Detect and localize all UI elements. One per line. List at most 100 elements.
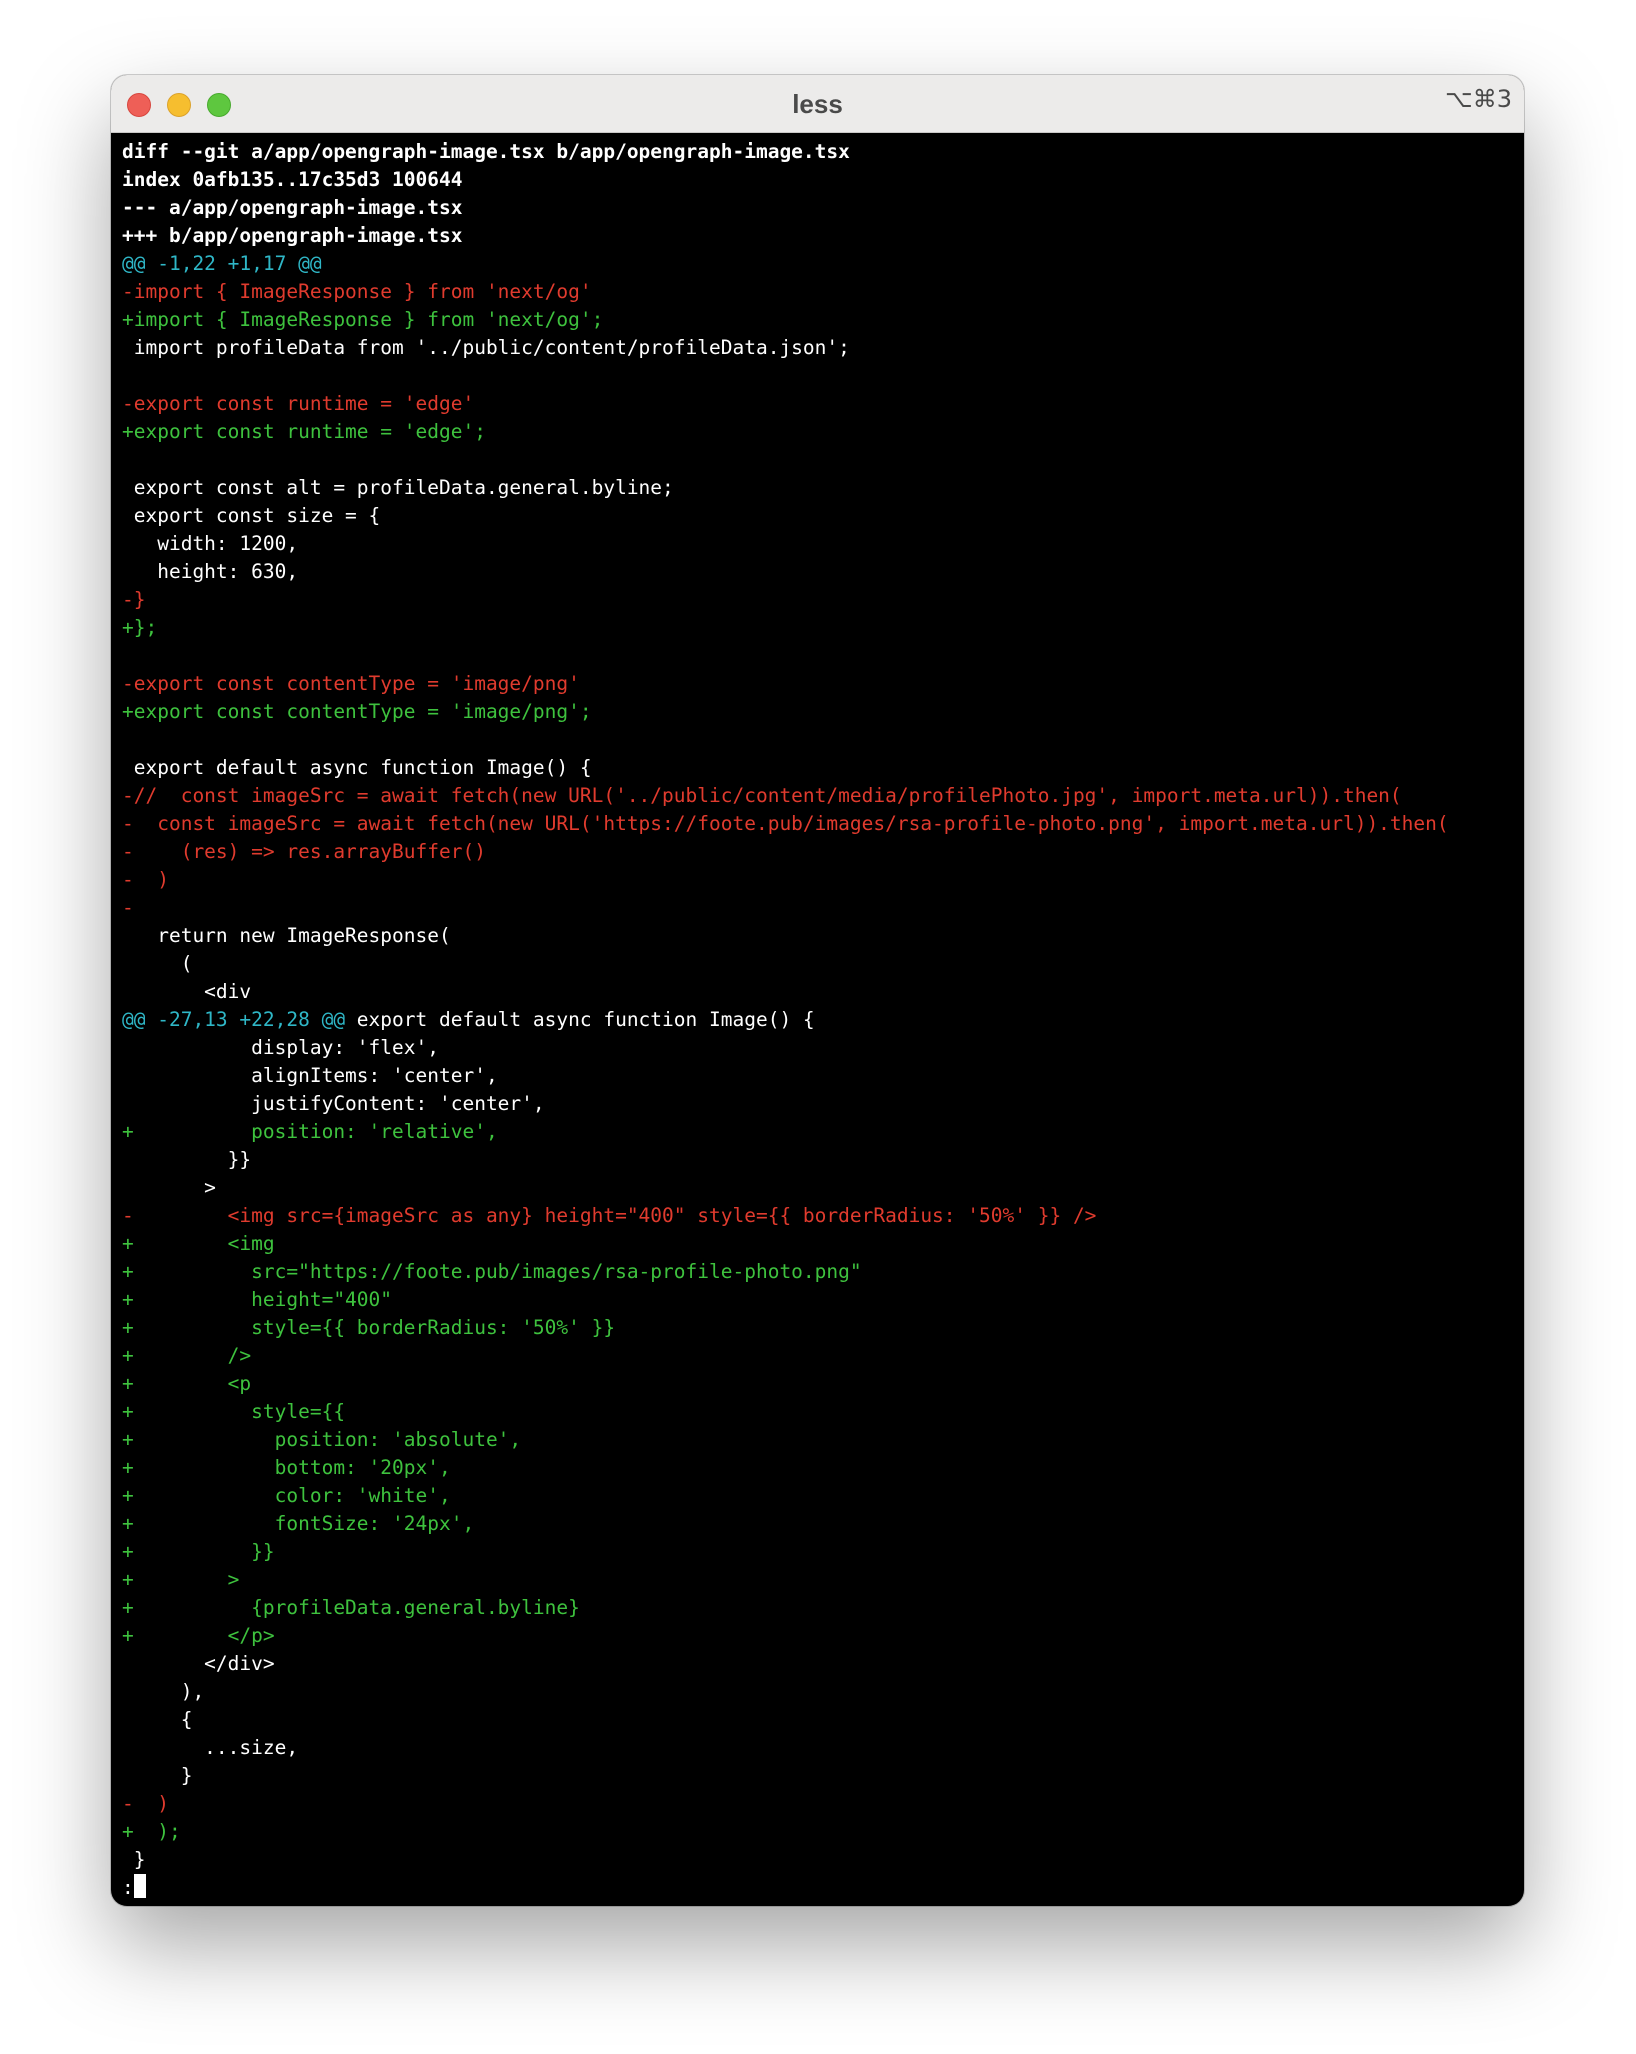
diff-line-text: -// const imageSrc = await fetch(new URL… (122, 784, 1402, 807)
diff-line-text: return new ImageResponse( (122, 924, 451, 947)
diff-context-line (122, 446, 1517, 474)
less-prompt: : (122, 1876, 134, 1898)
diff-added-line: +export const contentType = 'image/png'; (122, 698, 1517, 726)
diff-line-text: import profileData from '../public/conte… (122, 336, 850, 359)
diff-line-text: - ) (122, 1792, 169, 1815)
diff-added-line: +import { ImageResponse } from 'next/og'… (122, 306, 1517, 334)
diff-removed-line: -// const imageSrc = await fetch(new URL… (122, 782, 1517, 810)
diff-context-line: }} (122, 1146, 1517, 1174)
less-prompt-line[interactable]: : (122, 1874, 1517, 1898)
diff-line-text: + <img (122, 1232, 275, 1255)
diff-header-line: index 0afb135..17c35d3 100644 (122, 166, 1517, 194)
diff-line-text: width: 1200, (122, 532, 299, 555)
diff-added-line: + position: 'relative', (122, 1118, 1517, 1146)
diff-line-text: + {profileData.general.byline} (122, 1596, 580, 1619)
diff-added-line: +export const runtime = 'edge'; (122, 418, 1517, 446)
diff-context-line: </div> (122, 1650, 1517, 1678)
diff-header-line: +++ b/app/opengraph-image.tsx (122, 222, 1517, 250)
window-title: less (792, 89, 843, 119)
diff-line-text: + height="400" (122, 1288, 393, 1311)
diff-added-line: + height="400" (122, 1286, 1517, 1314)
diff-line-text: @@ -27,13 +22,28 @@ (122, 1008, 346, 1031)
window-shortcut-label: ⌥⌘3 (1445, 85, 1512, 113)
diff-line-text: + fontSize: '24px', (122, 1512, 475, 1535)
diff-line-text: + style={{ borderRadius: '50%' }} (122, 1316, 616, 1339)
diff-line-text: -export const runtime = 'edge' (122, 392, 475, 415)
diff-hunk-context: export default async function Image() { (345, 1008, 815, 1031)
diff-line-text: + src="https://foote.pub/images/rsa-prof… (122, 1260, 862, 1283)
diff-line-text: @@ -1,22 +1,17 @@ (122, 252, 322, 275)
diff-line-text: </div> (122, 1652, 275, 1675)
diff-removed-line: -import { ImageResponse } from 'next/og' (122, 278, 1517, 306)
diff-line-text: diff --git a/app/opengraph-image.tsx b/a… (122, 140, 850, 163)
diff-line-text: > (122, 1176, 216, 1199)
diff-context-line: import profileData from '../public/conte… (122, 334, 1517, 362)
diff-line-text: - const imageSrc = await fetch(new URL('… (122, 812, 1449, 835)
diff-line-text: index 0afb135..17c35d3 100644 (122, 168, 463, 191)
diff-line-text: +import { ImageResponse } from 'next/og'… (122, 308, 604, 331)
diff-line-text: + position: 'absolute', (122, 1428, 522, 1451)
diff-line-text: alignItems: 'center', (122, 1064, 498, 1087)
diff-line-text: - (122, 896, 134, 919)
diff-line-text: export const size = { (122, 504, 381, 527)
diff-context-line (122, 726, 1517, 754)
diff-line-text: --- a/app/opengraph-image.tsx (122, 196, 463, 219)
diff-added-line: + </p> (122, 1622, 1517, 1650)
diff-line-text: export default async function Image() { (122, 756, 592, 779)
diff-line-text: - ) (122, 868, 169, 891)
diff-line-text: -} (122, 588, 146, 611)
diff-added-line: + src="https://foote.pub/images/rsa-prof… (122, 1258, 1517, 1286)
diff-context-line: } (122, 1762, 1517, 1790)
text-cursor (133, 1874, 146, 1898)
diff-context-line: display: 'flex', (122, 1034, 1517, 1062)
diff-line-text: +export const contentType = 'image/png'; (122, 700, 592, 723)
diff-line-text: + bottom: '20px', (122, 1456, 451, 1479)
diff-context-line: height: 630, (122, 558, 1517, 586)
diff-line-text: + /> (122, 1344, 252, 1367)
diff-line-text: +}; (122, 616, 158, 639)
diff-line-text: <div (122, 980, 252, 1003)
diff-context-line: justifyContent: 'center', (122, 1090, 1517, 1118)
diff-context-line: export const size = { (122, 502, 1517, 530)
diff-added-line: + position: 'absolute', (122, 1426, 1517, 1454)
diff-line-text: + style={{ (122, 1400, 346, 1423)
diff-removed-line: -export const runtime = 'edge' (122, 390, 1517, 418)
diff-line-text: ( (122, 952, 193, 975)
diff-context-line: ...size, (122, 1734, 1517, 1762)
diff-context-line: { (122, 1706, 1517, 1734)
diff-hunk-header: @@ -1,22 +1,17 @@ (122, 250, 1517, 278)
diff-line-text: +++ b/app/opengraph-image.tsx (122, 224, 463, 247)
diff-line-text: justifyContent: 'center', (122, 1092, 545, 1115)
diff-line-text: +export const runtime = 'edge'; (122, 420, 486, 443)
title-bar[interactable]: less ⌥⌘3 (111, 75, 1524, 133)
diff-context-line: <div (122, 978, 1517, 1006)
diff-added-line: + fontSize: '24px', (122, 1510, 1517, 1538)
terminal-output[interactable]: diff --git a/app/opengraph-image.tsx b/a… (122, 138, 1517, 1898)
diff-added-line: + }} (122, 1538, 1517, 1566)
diff-context-line (122, 362, 1517, 390)
diff-line-text: - (res) => res.arrayBuffer() (122, 840, 486, 863)
diff-removed-line: - ) (122, 1790, 1517, 1818)
diff-removed-line: - <img src={imageSrc as any} height="400… (122, 1202, 1517, 1230)
diff-line-text: + </p> (122, 1624, 275, 1647)
diff-removed-line: - ) (122, 866, 1517, 894)
diff-removed-line: -export const contentType = 'image/png' (122, 670, 1517, 698)
diff-context-line: export default async function Image() { (122, 754, 1517, 782)
diff-line-text: + color: 'white', (122, 1484, 451, 1507)
diff-header-line: diff --git a/app/opengraph-image.tsx b/a… (122, 138, 1517, 166)
diff-added-line: + {profileData.general.byline} (122, 1594, 1517, 1622)
diff-line-text: - <img src={imageSrc as any} height="400… (122, 1204, 1097, 1227)
terminal-window: less ⌥⌘3 diff --git a/app/opengraph-imag… (111, 75, 1524, 1906)
diff-line-text: }} (122, 1148, 252, 1171)
diff-context-line: width: 1200, (122, 530, 1517, 558)
diff-header-line: --- a/app/opengraph-image.tsx (122, 194, 1517, 222)
diff-line-text: export const alt = profileData.general.b… (122, 476, 674, 499)
diff-added-line: + <img (122, 1230, 1517, 1258)
diff-line-text: height: 630, (122, 560, 299, 583)
diff-added-line: + style={{ (122, 1398, 1517, 1426)
diff-context-line: } (122, 1846, 1517, 1874)
diff-context-line (122, 642, 1517, 670)
diff-hunk-header: @@ -27,13 +22,28 @@ export default async… (122, 1006, 1517, 1034)
diff-line-text: -export const contentType = 'image/png' (122, 672, 580, 695)
diff-added-line: + ); (122, 1818, 1517, 1846)
